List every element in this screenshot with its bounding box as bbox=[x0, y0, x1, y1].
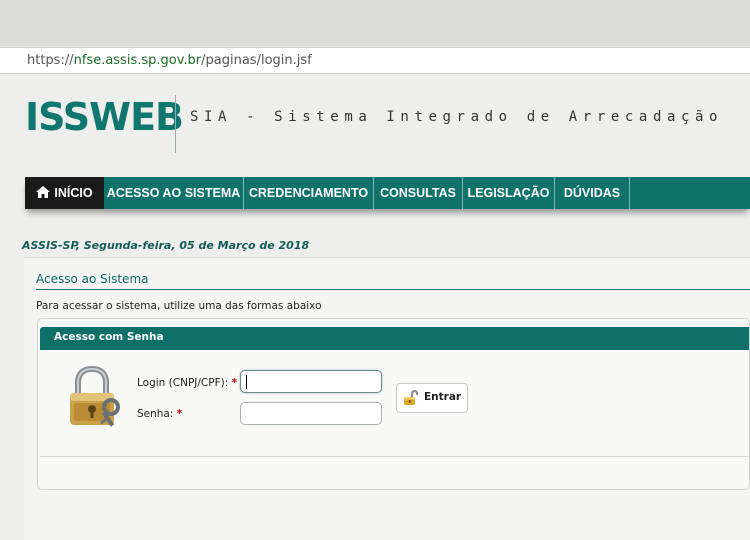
issweb-logo: ISSWEB bbox=[25, 95, 184, 139]
url-host: nfse.assis.sp.gov.br bbox=[73, 53, 202, 68]
panel-title: Acesso com Senha bbox=[54, 331, 164, 343]
panel-header: Acesso com Senha bbox=[40, 327, 749, 350]
page: ISSWEB SIA - Sistema Integrado de Arreca… bbox=[0, 75, 750, 540]
nav-item-acesso-ao-sistema[interactable]: ACESSO AO SISTEMA bbox=[104, 177, 244, 209]
section-title: Acesso ao Sistema bbox=[36, 272, 149, 286]
address-bar[interactable]: https://nfse.assis.sp.gov.br/paginas/log… bbox=[0, 47, 750, 74]
entrar-button[interactable]: Entrar bbox=[396, 383, 468, 413]
nav-item-legislacao[interactable]: LEGISLAÇÃO bbox=[463, 177, 555, 209]
url-text[interactable]: https://nfse.assis.sp.gov.br/paginas/log… bbox=[27, 53, 312, 68]
login-label-text: Login (CNPJ/CPF): bbox=[137, 377, 229, 389]
date-line: ASSIS-SP, Segunda-feira, 05 de Março de … bbox=[22, 239, 310, 252]
nav-item-consultas[interactable]: CONSULTAS bbox=[374, 177, 463, 209]
password-input[interactable] bbox=[240, 402, 382, 425]
nav-item-label: LEGISLAÇÃO bbox=[467, 186, 550, 200]
nav-item-label: ACESSO AO SISTEMA bbox=[106, 186, 241, 200]
nav-item-label: INÍCIO bbox=[54, 186, 93, 200]
required-mark: * bbox=[231, 377, 238, 389]
content-area: Acesso ao Sistema Para acessar o sistema… bbox=[24, 257, 750, 540]
url-scheme: https:// bbox=[27, 53, 74, 68]
main-nav: INÍCIO ACESSO AO SISTEMA CREDENCIAMENTO … bbox=[25, 177, 750, 209]
login-input[interactable] bbox=[240, 370, 382, 393]
nav-item-credenciamento[interactable]: CREDENCIAMENTO bbox=[244, 177, 374, 209]
nav-item-label: CONSULTAS bbox=[380, 186, 456, 200]
nav-item-label: CREDENCIAMENTO bbox=[248, 186, 369, 200]
section-instruction: Para acessar o sistema, utilize uma das … bbox=[36, 300, 322, 312]
nav-item-duvidas[interactable]: DÚVIDAS bbox=[555, 177, 630, 209]
required-mark: * bbox=[176, 408, 183, 420]
entrar-button-label: Entrar bbox=[424, 391, 462, 403]
url-path: /paginas/login.jsf bbox=[201, 53, 312, 68]
browser-top-bar bbox=[0, 0, 750, 46]
section-underline bbox=[36, 289, 750, 290]
nav-item-inicio[interactable]: INÍCIO bbox=[25, 177, 104, 209]
site-tagline: SIA - Sistema Integrado de Arrecadação bbox=[190, 109, 724, 125]
password-label-text: Senha: bbox=[137, 408, 174, 420]
padlock-key-icon bbox=[70, 365, 120, 427]
panel-divider bbox=[40, 456, 749, 457]
unlock-icon bbox=[404, 390, 418, 405]
logo-separator bbox=[175, 95, 176, 153]
password-label: Senha: * bbox=[137, 408, 182, 420]
home-icon bbox=[36, 186, 51, 199]
text-caret bbox=[246, 375, 247, 389]
nav-item-label: DÚVIDAS bbox=[563, 186, 621, 200]
login-panel: Acesso com Senha Login (CNPJ/CPF): * Sen… bbox=[37, 318, 750, 490]
login-label: Login (CNPJ/CPF): * bbox=[137, 377, 237, 389]
